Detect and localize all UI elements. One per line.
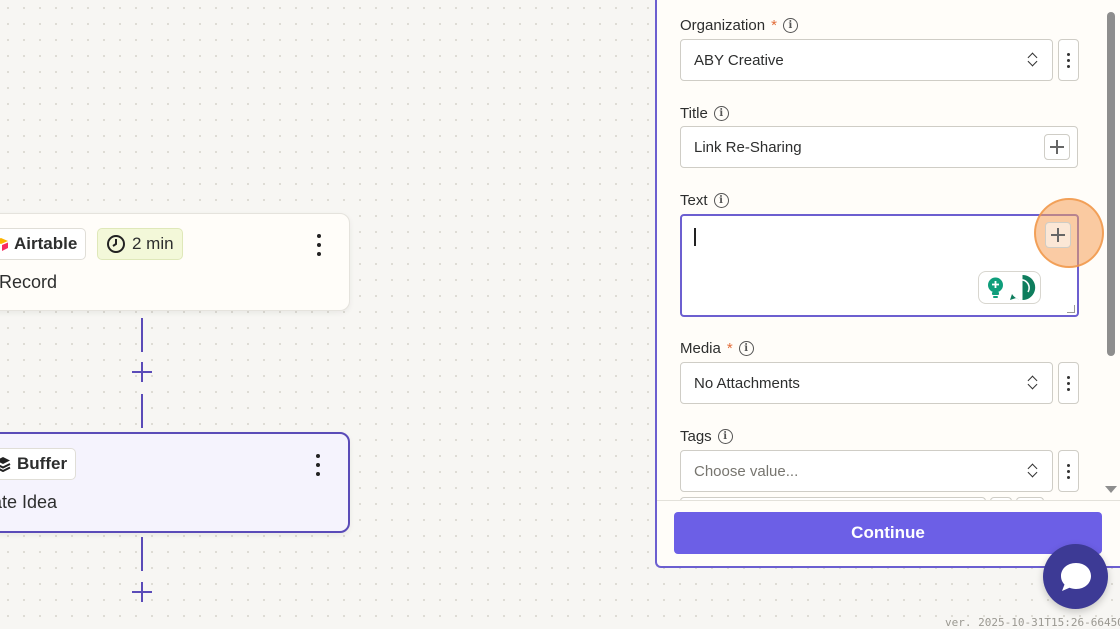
tags-options-button[interactable] [1058, 450, 1079, 492]
add-step-button[interactable] [132, 362, 152, 382]
tags-label: Tags i [680, 428, 733, 445]
organization-value: ABY Creative [694, 51, 784, 69]
trigger-step-card[interactable]: Airtable 2 min w Record [0, 213, 350, 311]
required-mark: * [771, 17, 777, 34]
buffer-logo-icon [0, 457, 11, 472]
continue-button[interactable]: Continue [674, 512, 1102, 554]
organization-options-button[interactable] [1058, 39, 1079, 81]
title-label: Title i [680, 105, 729, 122]
organization-label-text: Organization [680, 17, 766, 34]
title-value: Link Re-Sharing [694, 138, 802, 156]
action-step-card[interactable]: Buffer eate Idea [0, 432, 350, 533]
title-input[interactable]: Link Re-Sharing [680, 126, 1078, 168]
footer-divider [657, 500, 1120, 501]
info-icon[interactable]: i [713, 106, 729, 121]
text-label-text: Text [680, 192, 708, 209]
required-mark: * [726, 340, 733, 357]
plus-icon [1050, 140, 1064, 154]
clock-icon [107, 235, 125, 253]
media-options-button[interactable] [1058, 362, 1079, 404]
chat-support-button[interactable] [1043, 544, 1108, 609]
airtable-app-badge: Airtable [0, 228, 87, 260]
organization-label: Organization * i [680, 17, 798, 34]
action-app-name: Buffer [17, 454, 68, 473]
action-step-menu-icon[interactable] [308, 454, 328, 476]
plus-icon [1051, 228, 1065, 242]
time-badge: 2 min [97, 228, 183, 260]
trigger-step-menu-icon[interactable] [309, 234, 329, 256]
connector-line [141, 537, 143, 571]
chat-icon [1060, 562, 1091, 591]
time-badge-label: 2 min [132, 234, 174, 253]
text-insert-data-button[interactable] [1045, 222, 1071, 248]
select-chevrons-icon [1028, 52, 1038, 68]
action-event-label: eate Idea [0, 492, 58, 512]
tags-label-text: Tags [680, 428, 712, 445]
airtable-logo-icon [0, 238, 8, 251]
scroll-down-arrow-icon[interactable] [1105, 486, 1117, 493]
organization-select[interactable]: ABY Creative [680, 39, 1053, 81]
ai-assist-pill[interactable] [978, 271, 1041, 304]
select-chevrons-icon [1028, 375, 1038, 391]
info-icon[interactable]: i [782, 18, 798, 33]
media-label: Media * i [680, 340, 754, 357]
media-select[interactable]: No Attachments [680, 362, 1053, 404]
title-insert-data-button[interactable] [1044, 134, 1070, 160]
add-step-button[interactable] [132, 582, 152, 602]
media-value: No Attachments [694, 374, 800, 392]
assistant-bubble-icon[interactable] [1009, 274, 1036, 301]
info-icon[interactable]: i [738, 341, 754, 356]
trigger-app-name: Airtable [14, 234, 78, 253]
info-icon[interactable]: i [713, 193, 729, 208]
resize-grip-icon[interactable] [1067, 305, 1075, 313]
connector-line [141, 318, 143, 352]
tags-placeholder: Choose value... [694, 462, 799, 480]
version-label: ver. 2025-10-31T15:26-66450bb [945, 616, 1120, 629]
lightbulb-icon[interactable] [987, 277, 1004, 299]
select-chevrons-icon [1028, 463, 1038, 479]
tags-select[interactable]: Choose value... [680, 450, 1053, 492]
scrollbar-thumb[interactable] [1107, 12, 1115, 356]
trigger-event-label: w Record [0, 272, 58, 292]
connector-line [141, 394, 143, 428]
text-cursor [694, 228, 696, 246]
text-label: Text i [680, 192, 729, 209]
title-label-text: Title [680, 105, 708, 122]
info-icon[interactable]: i [717, 429, 733, 444]
buffer-app-badge: Buffer [0, 448, 77, 480]
media-label-text: Media [680, 340, 721, 357]
